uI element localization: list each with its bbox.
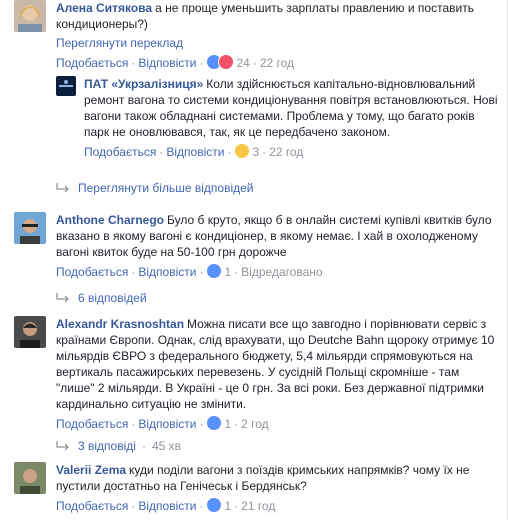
comment-anthone: Anthone Charnego Було б круто, якщо б в о… — [14, 212, 498, 282]
avatar[interactable] — [14, 212, 46, 244]
comment-alena: Алена Ситякова а не проще уменьшить зарпл… — [14, 0, 498, 70]
comment-author[interactable]: Алена Ситякова — [56, 1, 152, 15]
replies-count-label[interactable]: 3 відповіді — [78, 438, 136, 454]
reply-button[interactable]: Відповісти — [138, 265, 196, 279]
comment-alexandr: Alexandr Krasnoshtan Можна писати все що … — [14, 316, 498, 431]
comment-actions: Подобається · Відповісти · 1 · 2 год — [56, 415, 498, 435]
comment-actions: Подобається · Відповісти · 1 · Відредаговано — [56, 263, 498, 283]
like-button[interactable]: Подобається — [56, 417, 128, 431]
comment-actions: Подобається · Відповісти · 1 · 21 год — [56, 497, 498, 517]
haha-reaction-icon[interactable] — [234, 143, 251, 163]
timestamp[interactable]: 22 год — [260, 56, 294, 70]
reply-button[interactable]: Відповісти — [138, 56, 196, 70]
reaction-count[interactable]: 24 — [236, 56, 249, 70]
timestamp[interactable]: 2 год — [241, 417, 269, 431]
avatar[interactable] — [14, 316, 46, 348]
edited-label[interactable]: Відредаговано — [241, 265, 322, 279]
reply-ukrzaliznytsia: ПАТ «Укрзалізниця» Коли здійснюється капі… — [56, 76, 498, 172]
reply-arrow-icon — [56, 293, 69, 303]
reactions-icon[interactable] — [206, 54, 235, 74]
like-reaction-icon[interactable] — [206, 415, 223, 435]
view-replies-link[interactable]: 6 відповідей — [56, 290, 147, 306]
view-replies-link[interactable]: 3 відповіді · 45 хв — [56, 438, 181, 454]
view-more-replies-label[interactable]: Переглянути більше відповідей — [78, 180, 253, 196]
reply-button[interactable]: Відповісти — [138, 417, 196, 431]
timestamp[interactable]: 21 год — [241, 499, 275, 513]
replies-time[interactable]: 45 хв — [152, 438, 181, 454]
reply-arrow-icon — [56, 441, 69, 451]
comment-valerii: Valerii Zema куди поділи вагони з поїздів… — [14, 462, 498, 520]
reply-button[interactable]: Відповісти — [166, 145, 224, 159]
view-more-replies-link[interactable]: Переглянути більше відповідей — [56, 180, 253, 196]
like-reaction-icon[interactable] — [206, 497, 223, 517]
comment-author[interactable]: Alexandr Krasnoshtan — [56, 317, 184, 331]
comment-author[interactable]: ПАТ «Укрзалізниця» — [84, 77, 203, 91]
comment-actions: Подобається · Відповісти · 3 · 22 год — [84, 143, 498, 163]
replies-count-label[interactable]: 6 відповідей — [78, 290, 147, 306]
reply-arrow-icon — [56, 183, 69, 193]
timestamp[interactable]: 22 год — [269, 145, 303, 159]
see-translation-link[interactable]: Переглянути переклад — [56, 35, 498, 51]
like-button[interactable]: Подобається — [56, 56, 128, 70]
like-button[interactable]: Подобається — [56, 499, 128, 513]
avatar[interactable] — [56, 76, 76, 96]
like-reaction-icon[interactable] — [206, 263, 223, 283]
comment-text: Можна писати все що завгодно і порівнюва… — [56, 317, 495, 411]
avatar[interactable] — [14, 0, 46, 32]
comment-author[interactable]: Valerii Zema — [56, 463, 126, 477]
avatar[interactable] — [14, 462, 46, 494]
like-button[interactable]: Подобається — [56, 265, 128, 279]
reply-button[interactable]: Відповісти — [138, 499, 196, 513]
comment-author[interactable]: Anthone Charnego — [56, 213, 164, 227]
comment-actions: Подобається · Відповісти · 24 · 22 год — [56, 54, 498, 74]
like-button[interactable]: Подобається — [84, 145, 156, 159]
